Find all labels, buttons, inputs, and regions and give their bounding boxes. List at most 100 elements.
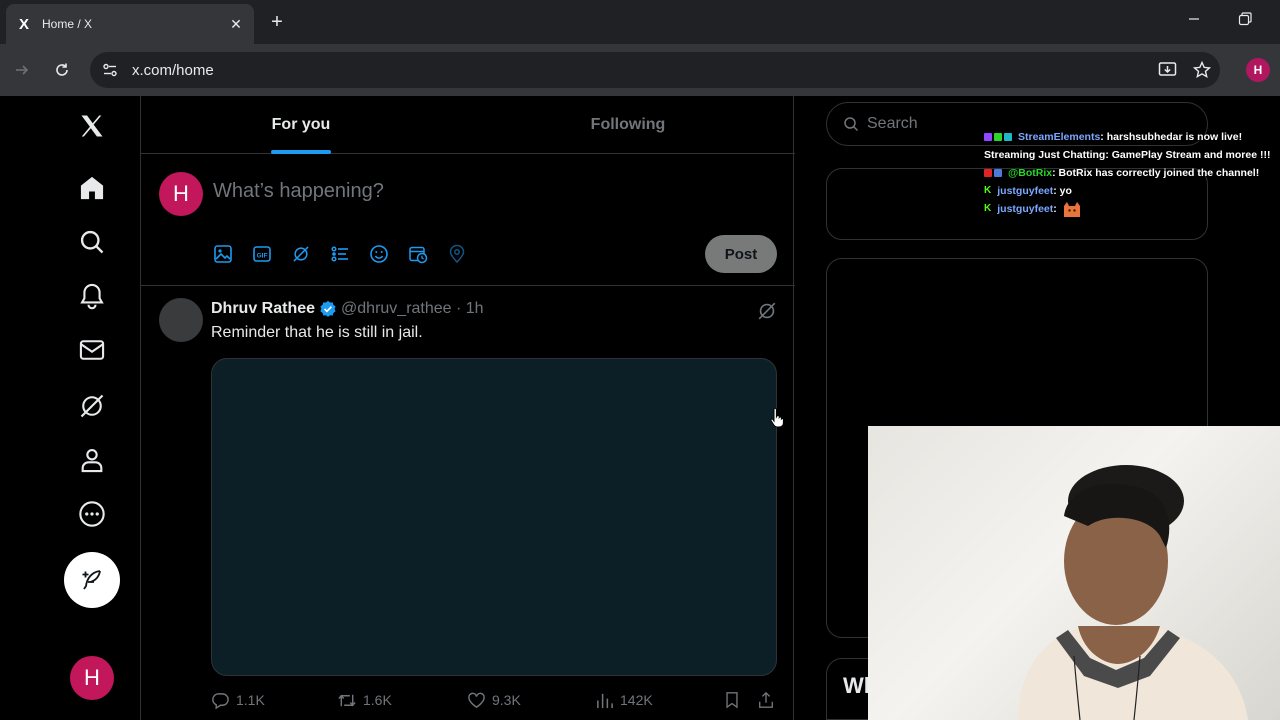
composer-avatar: H bbox=[159, 172, 203, 216]
site-settings-icon[interactable] bbox=[102, 62, 118, 78]
kick-badge-icon: K bbox=[984, 203, 992, 214]
bookmark-star-icon[interactable] bbox=[1190, 58, 1214, 82]
search-icon[interactable] bbox=[78, 228, 106, 256]
bookmark-icon bbox=[726, 692, 738, 709]
views-chart-icon bbox=[597, 693, 613, 708]
stream-chat-overlay: StreamElements : harshsubhedar is now li… bbox=[984, 128, 1274, 218]
badge-icon bbox=[1004, 133, 1012, 141]
browser-tabbar: X Home / X ✕ + bbox=[0, 0, 1280, 44]
timeline-tabs: For you Following bbox=[141, 96, 795, 154]
view-count: 142K bbox=[620, 692, 653, 708]
more-icon[interactable] bbox=[78, 500, 106, 528]
x-logo-icon[interactable] bbox=[78, 112, 106, 140]
tweet-text: Reminder that he is still in jail. bbox=[211, 324, 423, 341]
chat-text: : bbox=[1053, 203, 1057, 215]
chat-message: K justguyfeet : yo bbox=[984, 182, 1274, 200]
tweet-header: Dhruv Rathee @dhruv_rathee · 1h bbox=[211, 300, 484, 318]
bookmark-button[interactable] bbox=[723, 688, 741, 712]
chat-username: justguyfeet bbox=[997, 203, 1054, 215]
chat-username: StreamElements bbox=[1018, 131, 1101, 143]
tab-following[interactable]: Following bbox=[461, 96, 795, 154]
reload-icon[interactable] bbox=[50, 58, 74, 82]
main-timeline: For you Following H What’s happening? GI… bbox=[140, 96, 795, 720]
profile-icon[interactable] bbox=[78, 446, 106, 474]
svg-text:GIF: GIF bbox=[257, 252, 268, 259]
compose-input[interactable]: What’s happening? bbox=[213, 180, 384, 203]
chat-message: StreamElements : harshsubhedar is now li… bbox=[984, 128, 1274, 146]
mail-icon[interactable] bbox=[78, 336, 106, 364]
search-icon bbox=[844, 117, 859, 132]
wrench-icon bbox=[994, 169, 1002, 177]
gif-icon[interactable]: GIF bbox=[252, 242, 291, 266]
heart-icon bbox=[468, 692, 485, 708]
minimize-window-icon[interactable] bbox=[1188, 12, 1200, 28]
forward-icon[interactable] bbox=[10, 58, 34, 82]
streamer-webcam-image bbox=[1018, 465, 1248, 720]
badge-icon bbox=[984, 169, 992, 177]
search-placeholder: Search bbox=[867, 115, 918, 132]
tweet[interactable]: Dhruv Rathee @dhruv_rathee · 1h Reminder… bbox=[141, 286, 795, 720]
restore-window-icon[interactable] bbox=[1238, 12, 1252, 29]
like-button[interactable]: 9.3K bbox=[467, 688, 521, 712]
install-app-icon[interactable] bbox=[1156, 58, 1180, 82]
chat-username: justguyfeet bbox=[997, 185, 1054, 197]
feather-plus-icon bbox=[82, 570, 101, 590]
chat-text: : BotRix has correctly joined the channe… bbox=[1052, 167, 1260, 179]
chat-text: Streaming Just Chatting: GamePlay Stream… bbox=[984, 149, 1271, 161]
chat-message: @BotRix : BotRix has correctly joined th… bbox=[984, 164, 1274, 182]
grok-icon[interactable] bbox=[78, 392, 106, 420]
left-navigation: H bbox=[0, 96, 140, 720]
new-tab-button[interactable]: + bbox=[266, 11, 288, 33]
panel-heading-partial: Wl bbox=[843, 673, 870, 698]
compose-post-button[interactable] bbox=[64, 552, 120, 608]
tweet-handle-time: @dhruv_rathee · 1h bbox=[341, 300, 484, 317]
location-icon bbox=[447, 242, 486, 266]
verified-badge-icon bbox=[320, 300, 336, 317]
url-text: x.com/home bbox=[132, 61, 214, 79]
share-button[interactable] bbox=[757, 688, 775, 712]
browser-profile-avatar[interactable]: H bbox=[1246, 58, 1270, 82]
tab-for-you[interactable]: For you bbox=[141, 96, 461, 154]
tab-title: Home / X bbox=[42, 17, 93, 31]
kick-badge-icon: K bbox=[984, 185, 992, 196]
close-tab-icon[interactable]: ✕ bbox=[228, 16, 244, 32]
like-count: 9.3K bbox=[492, 692, 521, 708]
tweet-author-name[interactable]: Dhruv Rathee bbox=[211, 300, 315, 318]
repost-icon bbox=[338, 694, 356, 706]
chat-text: : yo bbox=[1053, 185, 1072, 197]
hand-cursor-icon bbox=[770, 408, 784, 428]
tweet-actions: 1.1K 1.6K 9.3K 142K bbox=[211, 688, 777, 712]
bell-icon[interactable] bbox=[78, 282, 106, 310]
composer-toolbar: GIF bbox=[213, 242, 486, 266]
repost-count: 1.6K bbox=[363, 692, 392, 708]
chat-username: @BotRix bbox=[1008, 167, 1053, 179]
grok-icon[interactable] bbox=[291, 242, 330, 266]
chat-message: K justguyfeet : bbox=[984, 200, 1274, 218]
post-button[interactable]: Post bbox=[705, 235, 777, 273]
cat-emote-icon bbox=[1063, 202, 1080, 217]
grok-icon[interactable] bbox=[756, 300, 778, 322]
account-avatar[interactable]: H bbox=[70, 656, 114, 700]
share-icon bbox=[759, 691, 773, 708]
reply-icon bbox=[212, 692, 229, 709]
browser-toolbar: x.com/home H bbox=[0, 44, 1280, 96]
badge-icon bbox=[994, 133, 1002, 141]
chat-message-continuation: Streaming Just Chatting: GamePlay Stream… bbox=[984, 146, 1274, 164]
tweet-media[interactable] bbox=[211, 358, 777, 676]
emoji-icon[interactable] bbox=[369, 242, 408, 266]
reply-button[interactable]: 1.1K bbox=[211, 688, 265, 712]
image-icon[interactable] bbox=[213, 242, 252, 266]
webcam-overlay bbox=[868, 426, 1280, 720]
tweet-author-avatar[interactable] bbox=[159, 298, 203, 342]
home-icon[interactable] bbox=[78, 174, 106, 202]
post-composer: H What’s happening? GIF Post bbox=[141, 154, 795, 286]
reply-count: 1.1K bbox=[236, 692, 265, 708]
poll-icon[interactable] bbox=[330, 242, 369, 266]
address-bar[interactable]: x.com/home bbox=[90, 52, 1220, 88]
badge-icon bbox=[984, 133, 992, 141]
repost-button[interactable]: 1.6K bbox=[337, 688, 392, 712]
x-logo-icon: X bbox=[18, 15, 29, 33]
browser-tab[interactable]: X Home / X ✕ bbox=[6, 4, 254, 44]
schedule-icon[interactable] bbox=[408, 242, 447, 266]
views-button[interactable]: 142K bbox=[595, 688, 653, 712]
